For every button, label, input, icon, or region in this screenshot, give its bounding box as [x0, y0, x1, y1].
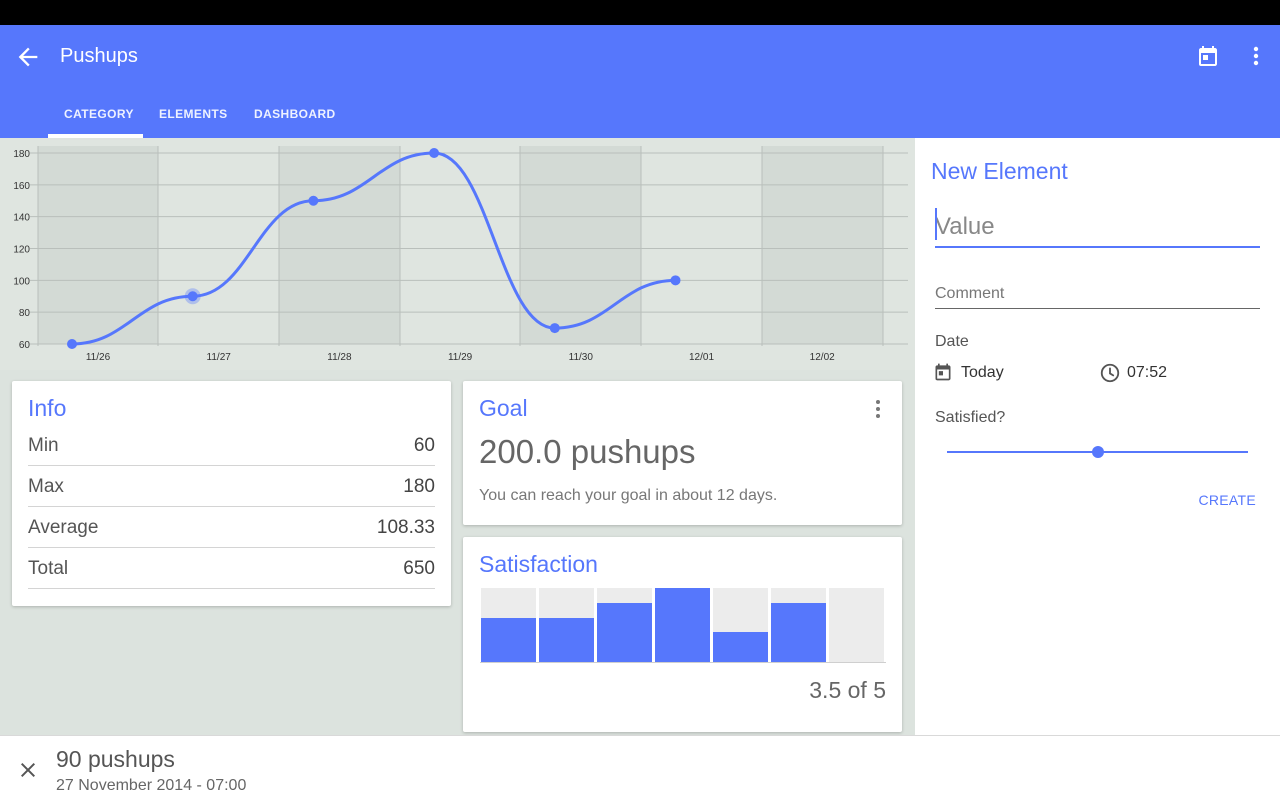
- calendar-button[interactable]: [1196, 44, 1220, 68]
- arrow-back-icon: [18, 47, 38, 67]
- y-tick-label: 160: [13, 181, 30, 192]
- y-tick-label: 80: [19, 308, 31, 319]
- calendar-icon: [935, 363, 951, 381]
- x-tick-label: 11/30: [569, 352, 594, 363]
- satisfaction-bar: [481, 588, 536, 662]
- data-point: [429, 148, 440, 158]
- info-value-total: 650: [403, 558, 435, 579]
- new-element-title: New Element: [931, 158, 1068, 184]
- satisfaction-bar-fill: [655, 588, 710, 662]
- goal-card: Goal 200.0 pushups You can reach your go…: [463, 381, 902, 525]
- app-bar: Pushups CATEGORY ELEMENTS DASHBOARD: [0, 25, 1280, 138]
- satisfaction-axis: [480, 662, 886, 663]
- satisfied-label: Satisfied?: [935, 409, 1006, 426]
- info-label-min: Min: [28, 435, 59, 456]
- satisfaction-card-title: Satisfaction: [479, 551, 598, 577]
- satisfaction-bar: [829, 588, 884, 662]
- chart-band: [279, 146, 400, 344]
- more-vert-icon: [1253, 46, 1259, 66]
- tab-category[interactable]: CATEGORY: [64, 107, 134, 121]
- y-tick-label: 60: [19, 340, 31, 351]
- comment-input[interactable]: [935, 280, 1260, 309]
- date-value: Today: [961, 364, 1004, 381]
- x-tick-label: 12/01: [689, 352, 714, 363]
- info-row-max: Max 180: [28, 466, 435, 507]
- y-tick-label: 100: [13, 276, 30, 287]
- satisfaction-score: 3.5 of 5: [809, 677, 886, 703]
- goal-value: 200.0 pushups: [479, 433, 696, 470]
- more-vert-icon: [876, 400, 880, 418]
- tab-elements[interactable]: ELEMENTS: [159, 107, 228, 121]
- create-button[interactable]: CREATE: [1198, 492, 1256, 508]
- snackbar: 90 pushups 27 November 2014 - 07:00: [0, 735, 1280, 801]
- data-point: [670, 275, 681, 286]
- goal-hint: You can reach your goal in about 12 days…: [479, 487, 778, 504]
- satisfaction-bar: [771, 588, 826, 662]
- line-chart: 60 80 100 120 140 160 180 11/26 11/27 11/28 11/29 1…: [0, 138, 915, 370]
- data-point: [187, 291, 198, 302]
- x-tick-label: 11/29: [448, 352, 473, 363]
- info-value-average: 108.33: [376, 517, 435, 538]
- data-point: [67, 339, 77, 349]
- slider-thumb[interactable]: [1091, 446, 1104, 458]
- info-row-total: Total 650: [28, 548, 435, 589]
- info-label-average: Average: [28, 517, 99, 538]
- info-row-average: Average 108.33: [28, 507, 435, 548]
- goal-card-title: Goal: [479, 395, 528, 421]
- date-picker-button[interactable]: Today: [933, 360, 1063, 388]
- data-point: [549, 323, 560, 334]
- satisfaction-bar: [655, 588, 710, 662]
- satisfaction-bar: [597, 588, 652, 662]
- new-element-panel: New Element Date Today 07:52 Satisfied? …: [915, 138, 1280, 735]
- info-card: Info Min 60 Max 180 Average 108.33 Total…: [12, 381, 451, 606]
- info-card-title: Info: [28, 395, 67, 421]
- info-row-min: Min 60: [28, 425, 435, 466]
- text-cursor: [935, 208, 937, 240]
- satisfaction-bar-fill: [481, 617, 536, 662]
- chart-band: [520, 146, 641, 344]
- calendar-icon: [1199, 46, 1217, 66]
- snackbar-close-button[interactable]: [16, 758, 40, 782]
- satisfaction-bar: [713, 588, 768, 662]
- x-tick-label: 12/02: [810, 352, 835, 363]
- x-tick-label: 11/27: [207, 352, 232, 363]
- info-label-total: Total: [28, 558, 69, 579]
- y-tick-label: 120: [13, 245, 30, 256]
- info-value-max: 180: [403, 476, 435, 497]
- x-tick-label: 11/28: [327, 352, 352, 363]
- progress-chart[interactable]: 60 80 100 120 140 160 180 11/26 11/27 11/28 11/29 1…: [0, 138, 915, 370]
- snackbar-title: 90 pushups: [56, 746, 175, 772]
- overflow-menu-button[interactable]: [1246, 44, 1266, 68]
- clock-icon: [1100, 363, 1120, 383]
- page-title: Pushups: [60, 45, 138, 67]
- y-tick-label: 180: [13, 149, 30, 160]
- x-tick-label: 11/26: [86, 352, 111, 363]
- tab-dashboard[interactable]: DASHBOARD: [254, 107, 336, 121]
- back-button[interactable]: [14, 43, 42, 71]
- info-value-min: 60: [413, 435, 435, 456]
- satisfaction-bar-fill: [713, 632, 768, 662]
- satisfaction-bar-fill: [539, 617, 594, 662]
- status-bar: [0, 0, 1280, 25]
- date-label: Date: [935, 333, 969, 350]
- goal-menu-button[interactable]: [868, 397, 888, 421]
- satisfaction-bar-fill: [771, 602, 826, 662]
- satisfaction-bar-fill: [597, 602, 652, 662]
- info-label-max: Max: [28, 476, 64, 497]
- value-input[interactable]: [935, 208, 1260, 248]
- satisfaction-card: Satisfaction 3.5 of 5: [463, 537, 902, 732]
- satisfaction-bar: [539, 588, 594, 662]
- time-picker-button[interactable]: 07:52: [1099, 360, 1209, 388]
- snackbar-subtitle: 27 November 2014 - 07:00: [56, 777, 247, 794]
- data-point: [308, 195, 319, 206]
- time-value: 07:52: [1127, 364, 1168, 381]
- y-tick-label: 140: [13, 213, 30, 224]
- chart-band: [762, 146, 883, 344]
- close-icon: [21, 763, 35, 777]
- satisfaction-slider[interactable]: [947, 438, 1248, 466]
